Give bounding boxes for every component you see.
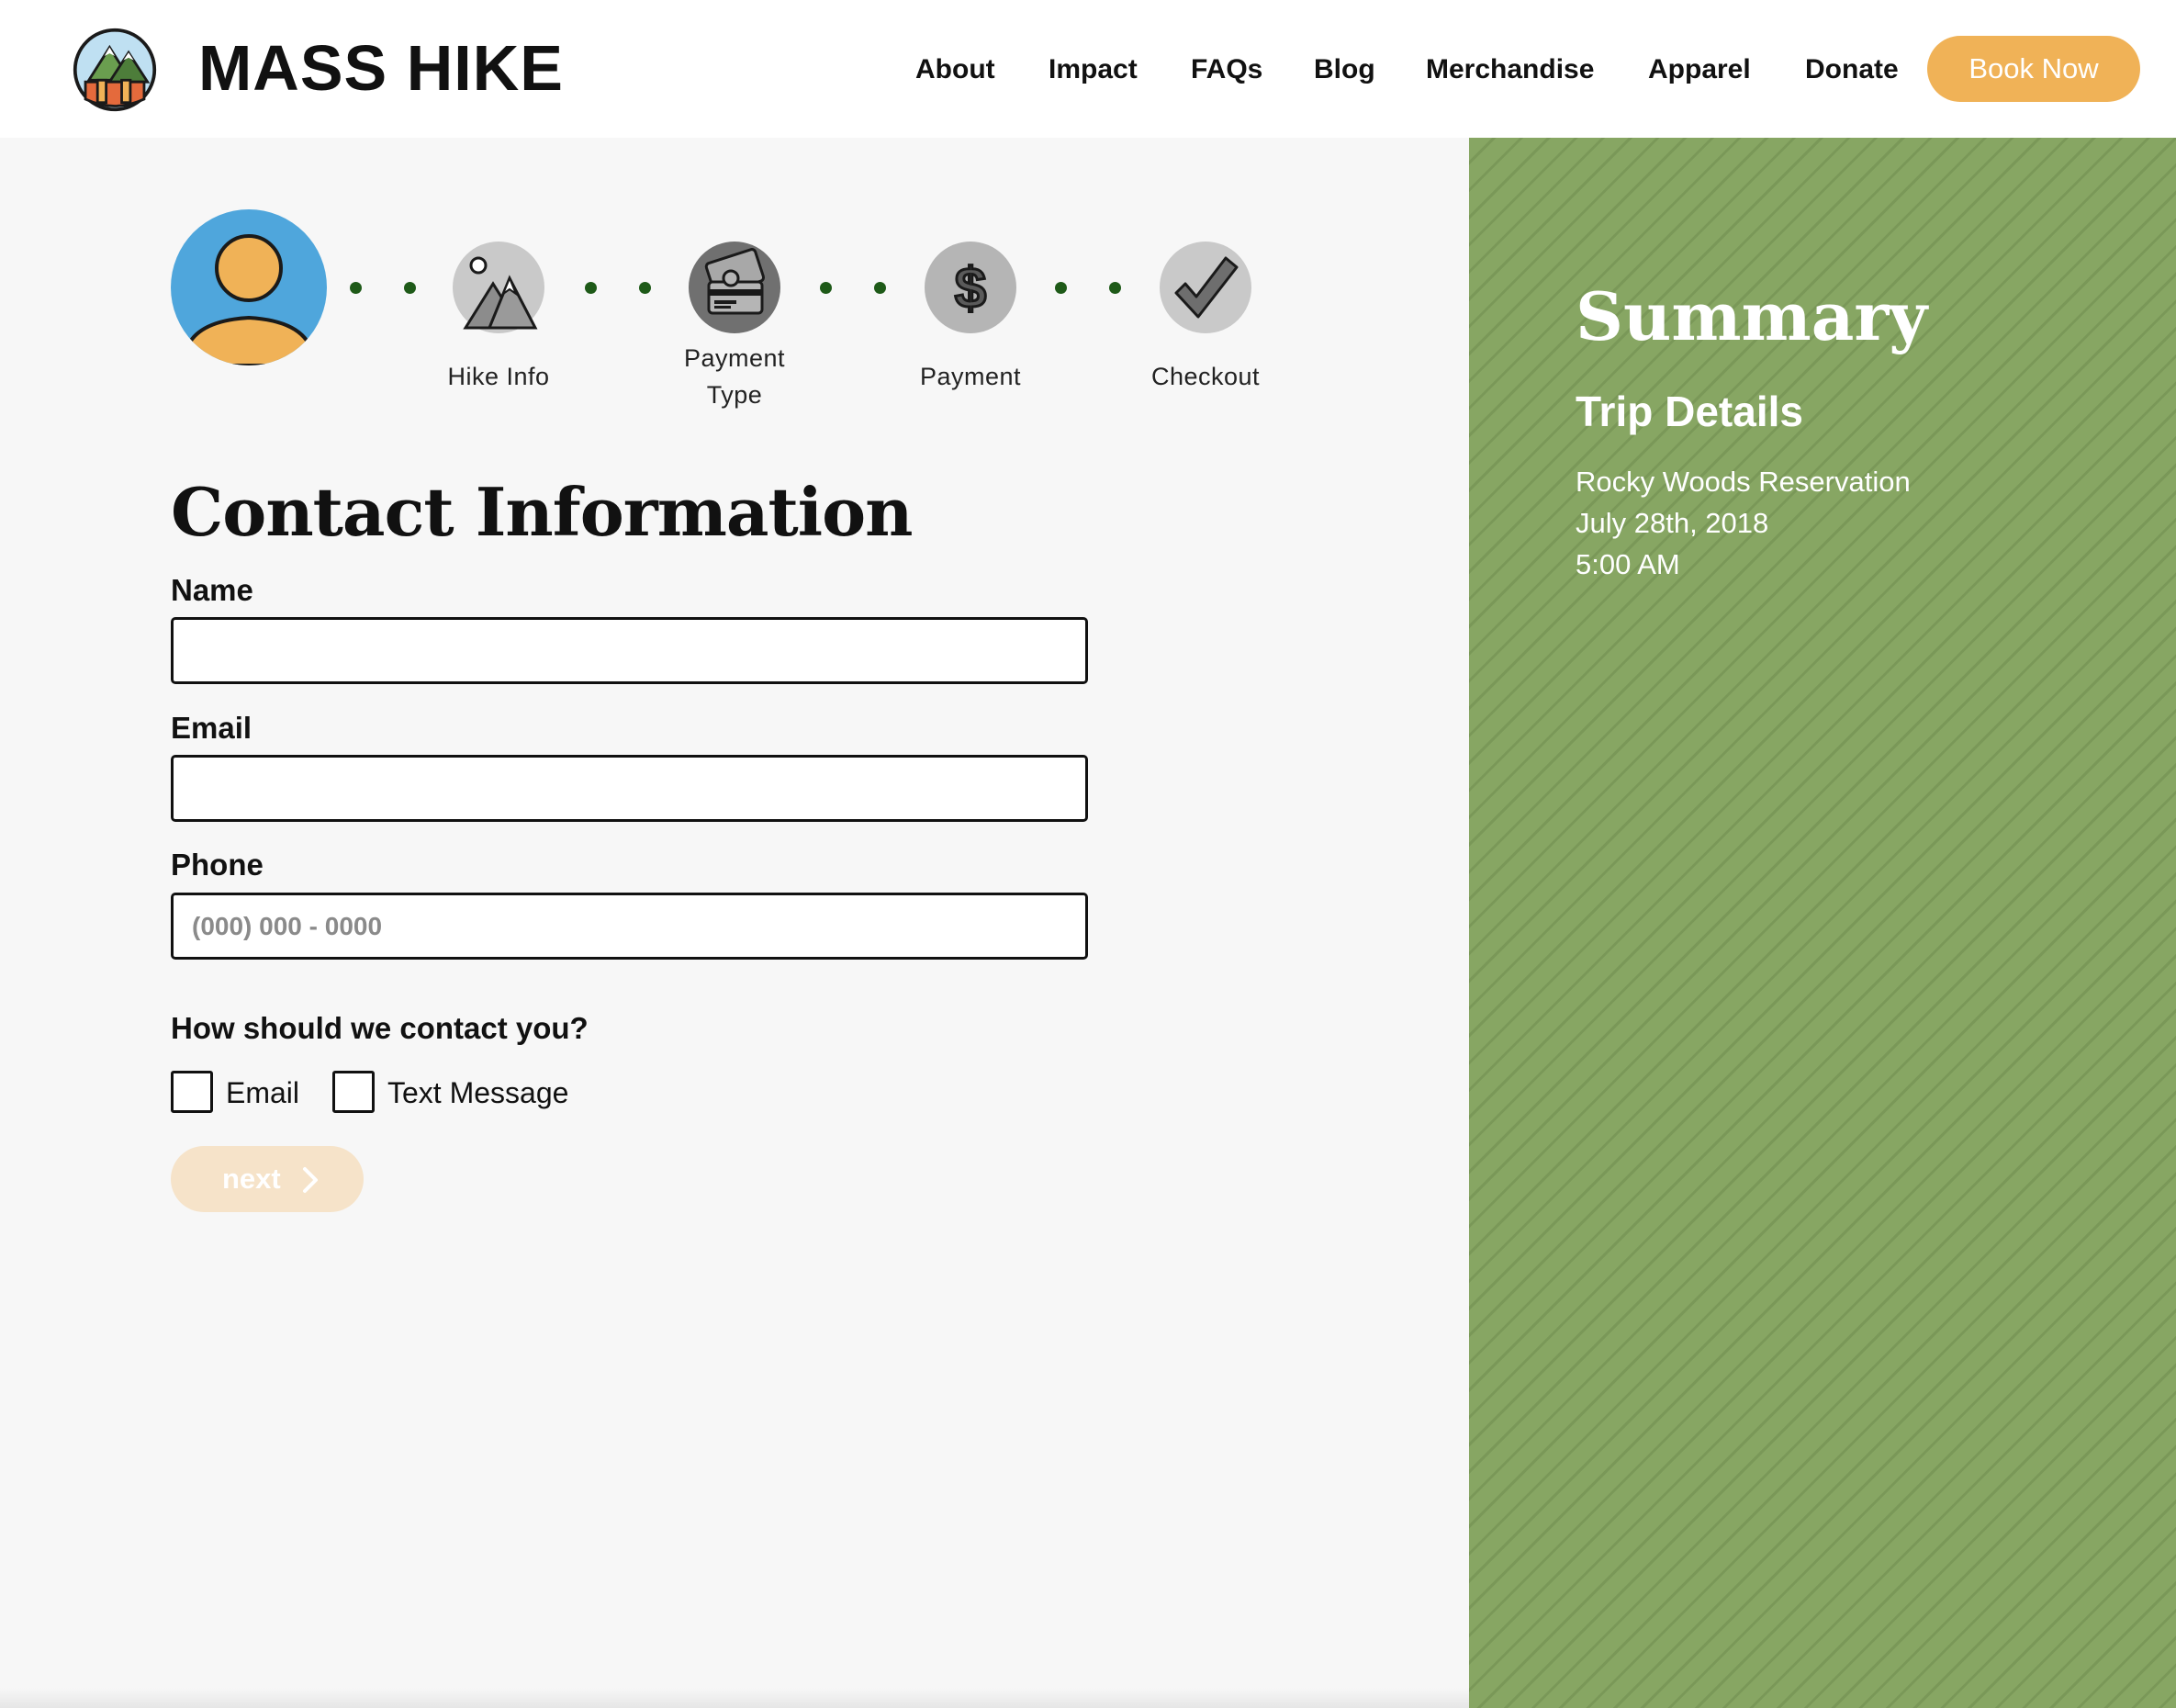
- progress-dot: [585, 282, 597, 294]
- chevron-right-icon: [303, 1167, 318, 1193]
- nav-merchandise[interactable]: Merchandise: [1426, 46, 1594, 94]
- mountain-icon[interactable]: [453, 242, 544, 333]
- credit-card-icon[interactable]: [689, 242, 780, 333]
- trip-details-heading: Trip Details: [1576, 388, 1803, 435]
- brand-name[interactable]: MASS HIKE: [198, 31, 564, 105]
- email-checkbox-label[interactable]: Email: [226, 1074, 299, 1111]
- site-header: MASS HIKE About Impact FAQs Blog Merchan…: [0, 0, 2176, 138]
- step-label-payment-type-line2: Type: [706, 381, 763, 409]
- email-label: Email: [171, 711, 252, 745]
- book-now-button[interactable]: Book Now: [1927, 36, 2140, 102]
- nav-impact[interactable]: Impact: [1049, 46, 1138, 94]
- progress-dot: [820, 282, 832, 294]
- user-avatar-icon: [171, 209, 327, 365]
- progress-dot: [1109, 282, 1121, 294]
- contact-method-question: How should we contact you?: [171, 1011, 589, 1045]
- name-field[interactable]: [171, 617, 1088, 684]
- text-message-checkbox[interactable]: [332, 1071, 375, 1113]
- svg-text:$: $: [955, 257, 986, 320]
- checkmark-icon[interactable]: [1160, 242, 1251, 333]
- page-bottom-edge: [0, 1688, 1469, 1708]
- progress-dot: [1055, 282, 1067, 294]
- phone-field[interactable]: [171, 893, 1088, 960]
- nav-blog[interactable]: Blog: [1314, 46, 1375, 94]
- nav-apparel[interactable]: Apparel: [1648, 46, 1751, 94]
- summary-sidebar: Summary Trip Details Rocky Woods Reserva…: [1469, 138, 2176, 1708]
- progress-dot: [639, 282, 651, 294]
- page-title: Contact Information: [171, 473, 914, 551]
- step-label-hike-info: Hike Info: [447, 363, 550, 390]
- progress-dot: [404, 282, 416, 294]
- next-button-label: next: [222, 1163, 281, 1195]
- trip-time: 5:00 AM: [1576, 548, 1680, 580]
- step-label-payment-type: Payment: [683, 344, 786, 372]
- nav-donate[interactable]: Donate: [1805, 46, 1899, 94]
- trip-location: Rocky Woods Reservation: [1576, 466, 1911, 498]
- trip-date: July 28th, 2018: [1576, 507, 1769, 539]
- summary-title: Summary: [1576, 277, 1928, 355]
- email-checkbox[interactable]: [171, 1071, 213, 1113]
- step-label-payment: Payment: [919, 363, 1022, 390]
- name-label: Name: [171, 573, 253, 607]
- mountain-badge-icon[interactable]: [72, 27, 158, 113]
- nav-about[interactable]: About: [915, 46, 995, 94]
- progress-dot: [874, 282, 886, 294]
- nav-faqs[interactable]: FAQs: [1191, 46, 1262, 94]
- next-button[interactable]: next: [171, 1146, 364, 1212]
- email-field[interactable]: [171, 755, 1088, 822]
- text-message-checkbox-label[interactable]: Text Message: [387, 1074, 568, 1111]
- step-label-checkout: Checkout: [1150, 363, 1261, 390]
- phone-label: Phone: [171, 848, 264, 882]
- progress-dot: [350, 282, 362, 294]
- dollar-icon[interactable]: $: [925, 242, 1016, 333]
